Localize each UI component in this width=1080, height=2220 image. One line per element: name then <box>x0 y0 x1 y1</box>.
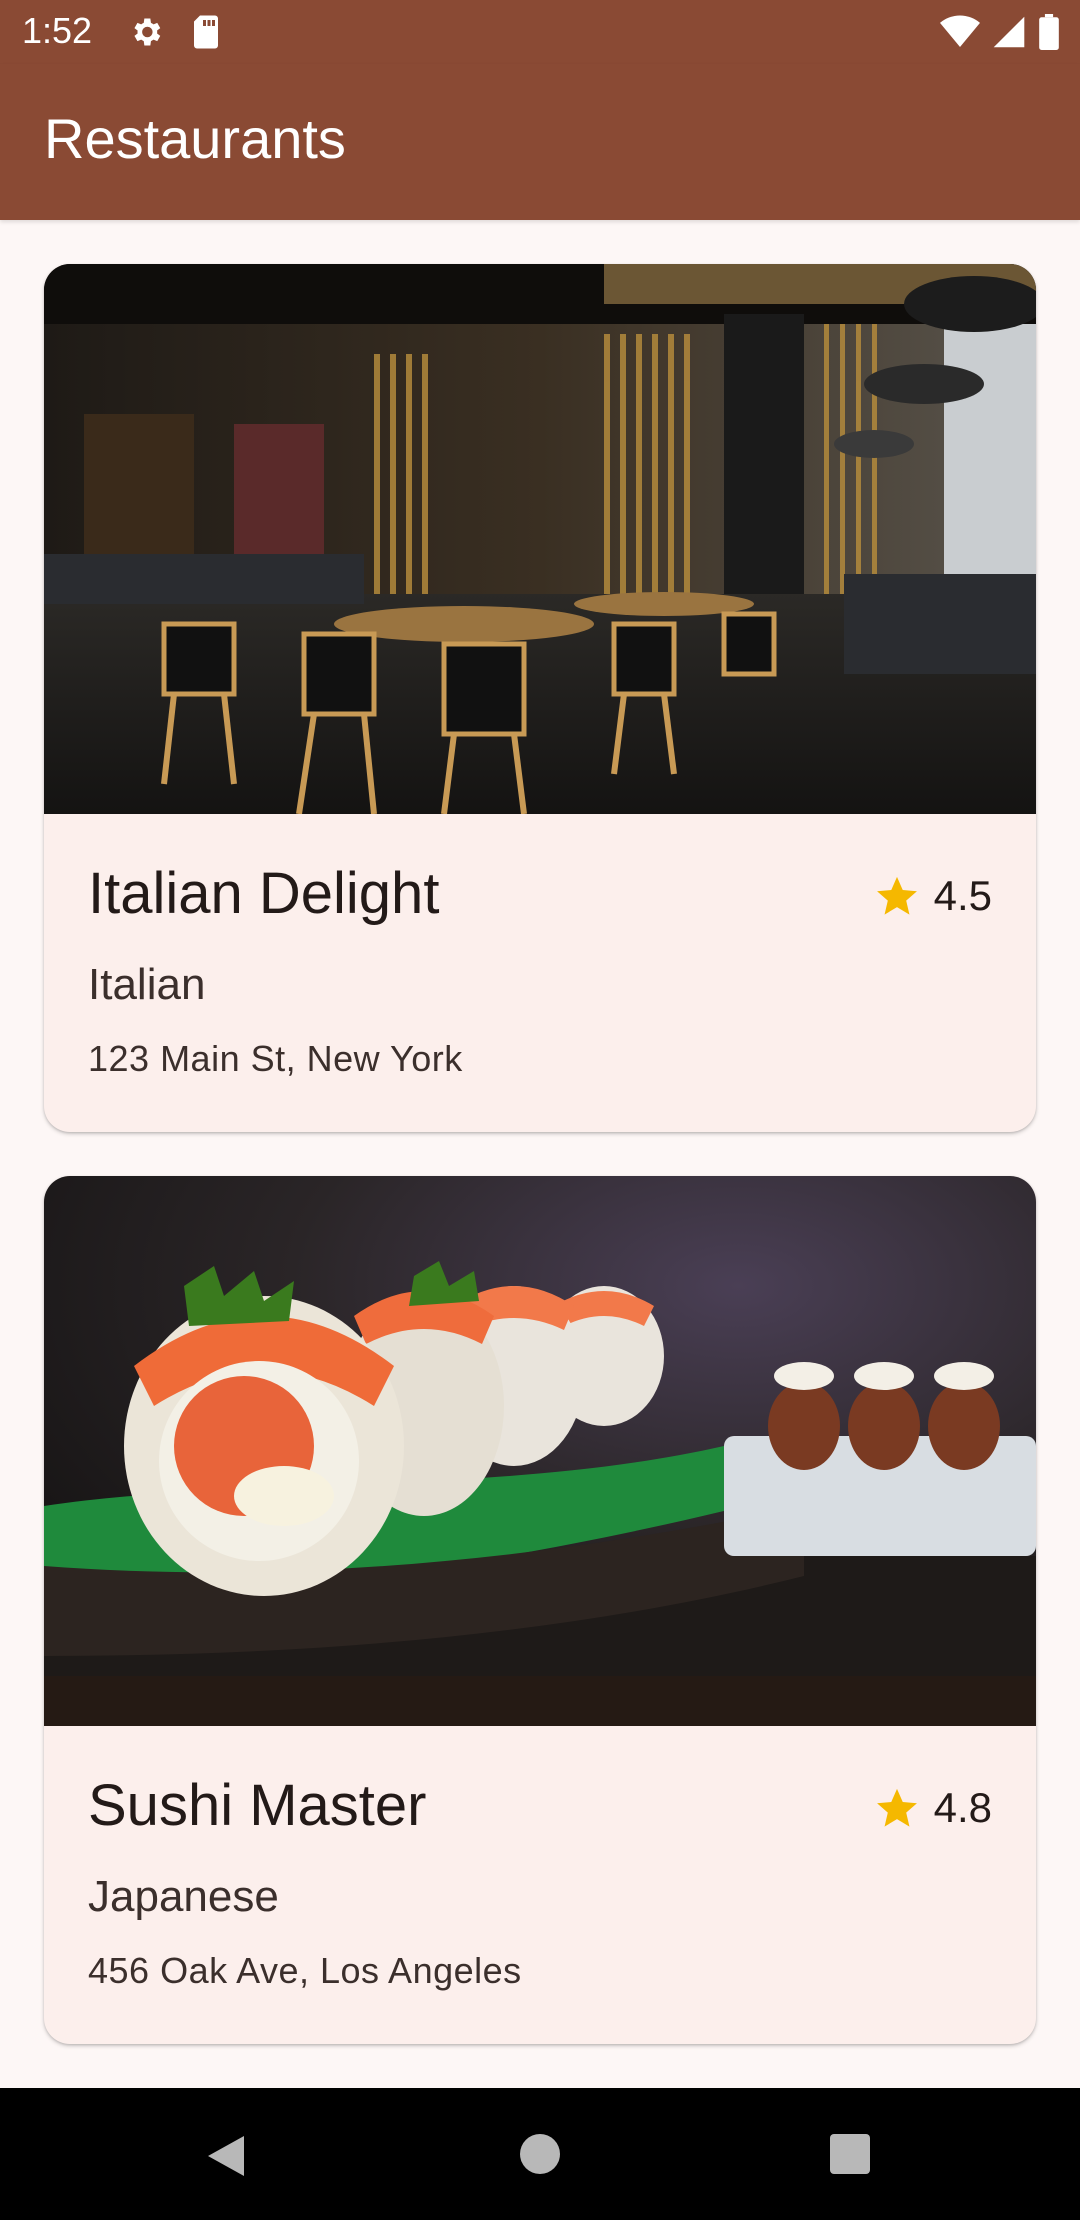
page-title: Restaurants <box>44 107 346 170</box>
status-left-icons <box>128 14 222 50</box>
restaurant-list[interactable]: Italian Delight 4.5 Italian 123 Main St,… <box>0 220 1080 2088</box>
status-time: 1:52 <box>22 10 93 51</box>
sd-card-icon <box>194 15 218 49</box>
star-icon <box>876 1788 917 1827</box>
status-right-icons <box>940 14 1060 50</box>
restaurant-cuisine: Italian <box>88 960 206 1009</box>
app-bar: Restaurants <box>0 64 1080 220</box>
star-icon <box>876 876 917 915</box>
restaurant-image <box>44 1176 1036 1726</box>
restaurant-cuisine: Japanese <box>88 1872 279 1921</box>
restaurant-address: 123 Main St, New York <box>88 1038 463 1079</box>
rating-value: 4.5 <box>933 872 992 919</box>
cell-signal-icon <box>993 16 1025 48</box>
home-icon[interactable] <box>520 2134 560 2174</box>
restaurant-address: 456 Oak Ave, Los Angeles <box>88 1950 522 1991</box>
restaurant-card[interactable]: Sushi Master 4.8 Japanese 456 Oak Ave, L… <box>44 1176 1036 2044</box>
restaurant-name: Sushi Master <box>88 1773 427 1838</box>
recents-icon[interactable] <box>830 2134 870 2174</box>
restaurant-image <box>44 264 1036 814</box>
system-navigation-bar <box>0 2088 1080 2220</box>
rating-value: 4.8 <box>933 1784 992 1831</box>
rating: 4.8 <box>874 1784 992 1832</box>
battery-icon <box>1039 14 1059 50</box>
back-icon[interactable] <box>204 2132 248 2180</box>
restaurant-card[interactable]: Italian Delight 4.5 Italian 123 Main St,… <box>44 264 1036 1132</box>
restaurant-name: Italian Delight <box>88 861 440 926</box>
settings-icon <box>134 18 161 46</box>
status-bar: 1:52 <box>0 0 1080 64</box>
rating: 4.5 <box>874 872 992 920</box>
wifi-icon <box>940 15 980 47</box>
